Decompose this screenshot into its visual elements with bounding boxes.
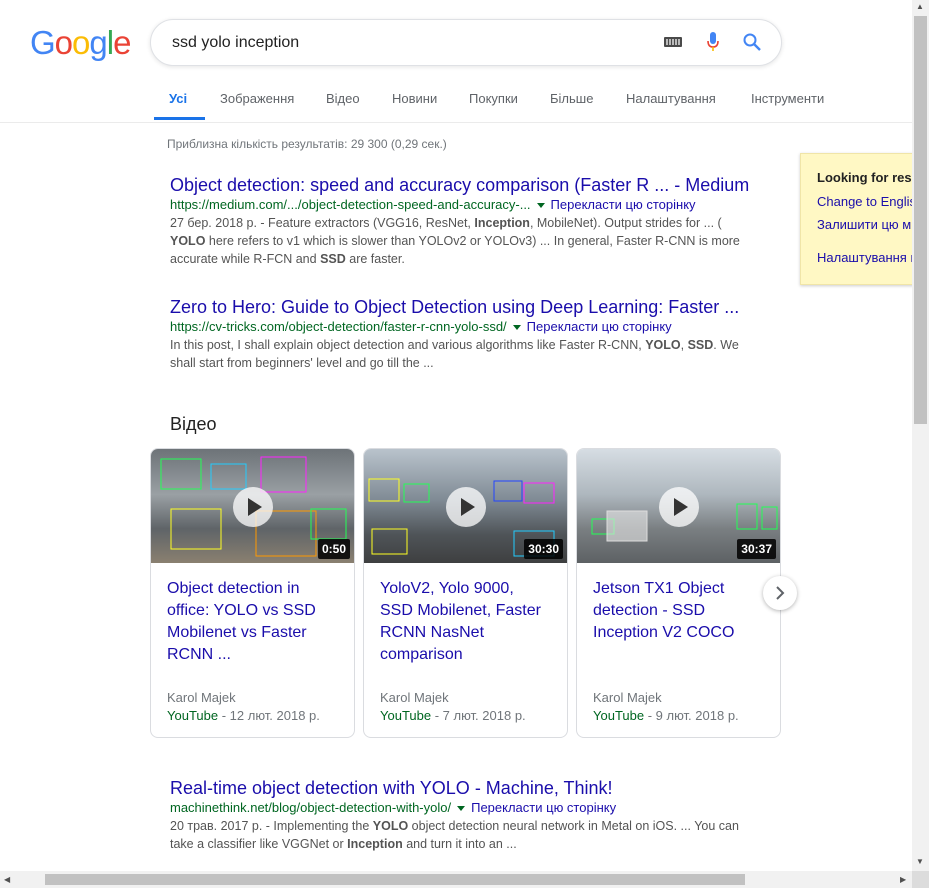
translate-link[interactable]: Перекласти цю сторінку — [471, 800, 616, 815]
keyboard-icon[interactable] — [664, 37, 682, 47]
logo-letter: e — [113, 24, 131, 61]
translate-link[interactable]: Перекласти цю сторінку — [551, 197, 696, 212]
videos-section-title: Відео — [170, 414, 217, 434]
video-source: YouTube — [167, 708, 219, 723]
panel-title: Looking for res — [817, 170, 912, 185]
change-language-link[interactable]: Change to Englis — [817, 194, 916, 209]
logo-letter: G — [30, 24, 56, 61]
video-meta: YouTube - 9 лют. 2018 р. — [593, 708, 739, 723]
carousel-next-button[interactable] — [763, 576, 797, 610]
video-author: Karol Majek — [593, 690, 662, 705]
search-input[interactable]: ssd yolo inception — [172, 34, 299, 52]
video-duration: 30:30 — [524, 539, 563, 559]
tab-settings[interactable]: Налаштування — [626, 91, 716, 106]
google-logo[interactable]: Google — [30, 24, 131, 62]
logo-letter: o — [54, 24, 73, 61]
result-url: machinethink.net/blog/object-detection-w… — [170, 800, 452, 815]
result-title-link[interactable]: Real-time object detection with YOLO - M… — [170, 777, 770, 799]
microphone-icon[interactable] — [707, 32, 719, 52]
search-box[interactable]: ssd yolo inception — [150, 19, 782, 66]
result-title-link[interactable]: Zero to Hero: Guide to Object Detection … — [170, 296, 770, 318]
chevron-right-icon — [776, 586, 785, 600]
keep-language-link[interactable]: Залишити цю м — [817, 217, 911, 232]
result-snippet: In this post, I shall explain object det… — [170, 338, 739, 370]
tab-more[interactable]: Більше — [550, 91, 593, 106]
video-thumbnail[interactable]: 0:50 — [151, 449, 354, 563]
video-source: YouTube — [593, 708, 645, 723]
scroll-left-icon[interactable]: ◀ — [4, 875, 10, 884]
scroll-down-icon[interactable]: ▼ — [916, 857, 924, 866]
scroll-right-icon[interactable]: ▶ — [900, 875, 906, 884]
video-thumbnail[interactable]: 30:30 — [364, 449, 567, 563]
tab-videos[interactable]: Відео — [326, 91, 360, 106]
result-title-link[interactable]: Object detection: speed and accuracy com… — [170, 174, 770, 196]
video-duration: 0:50 — [317, 539, 350, 559]
result-stats: Приблизна кількість результатів: 29 300 … — [167, 137, 447, 151]
play-icon[interactable] — [659, 487, 699, 527]
video-duration: 30:37 — [737, 539, 776, 559]
search-result: Real-time object detection with YOLO - M… — [170, 777, 770, 853]
video-author: Karol Majek — [380, 690, 449, 705]
scroll-up-icon[interactable]: ▲ — [916, 2, 924, 11]
dropdown-arrow-icon[interactable] — [536, 203, 545, 208]
search-result: Zero to Hero: Guide to Object Detection … — [170, 296, 770, 372]
video-card[interactable]: 0:50 Object detection in office: YOLO vs… — [150, 448, 355, 738]
vertical-scroll-thumb[interactable] — [914, 16, 927, 424]
video-title[interactable]: Object detection in office: YOLO vs SSD … — [167, 578, 337, 666]
language-suggestion-panel: Looking for res Change to Englis Залишит… — [800, 153, 929, 285]
search-tabs: Усі Зображення Відео Новини Покупки Біль… — [0, 90, 929, 123]
result-url: https://medium.com/.../object-detection-… — [170, 197, 531, 212]
dropdown-arrow-icon[interactable] — [457, 806, 466, 811]
tab-shopping[interactable]: Покупки — [469, 91, 518, 106]
active-tab-indicator — [154, 117, 205, 120]
result-url-line: machinethink.net/blog/object-detection-w… — [170, 799, 770, 817]
scrollbar-corner — [912, 871, 929, 888]
video-card[interactable]: 30:30 YoloV2, Yolo 9000, SSD Mobilenet, … — [363, 448, 568, 738]
video-title[interactable]: Jetson TX1 Object detection - SSD Incept… — [593, 578, 763, 644]
video-source: YouTube — [380, 708, 432, 723]
tab-all[interactable]: Усі — [169, 91, 187, 106]
tab-news[interactable]: Новини — [392, 91, 437, 106]
result-snippet: 20 трав. 2017 р. - Implementing the YOLO… — [170, 819, 739, 851]
video-thumbnail[interactable]: 30:37 — [577, 449, 780, 563]
dropdown-arrow-icon[interactable] — [512, 325, 521, 330]
tab-images[interactable]: Зображення — [220, 91, 294, 106]
video-meta: YouTube - 12 лют. 2018 р. — [167, 708, 320, 723]
result-url-line: https://medium.com/.../object-detection-… — [170, 196, 770, 214]
result-url-line: https://cv-tricks.com/object-detection/f… — [170, 318, 770, 336]
video-date: 7 лют. 2018 р. — [442, 708, 526, 723]
search-icon[interactable] — [742, 32, 762, 52]
search-result: Object detection: speed and accuracy com… — [170, 174, 770, 268]
horizontal-scroll-thumb[interactable] — [45, 874, 745, 885]
result-snippet: 27 бер. 2018 р. - Feature extractors (VG… — [170, 216, 740, 266]
video-date: 9 лют. 2018 р. — [655, 708, 739, 723]
logo-letter: g — [89, 24, 107, 61]
video-meta: YouTube - 7 лют. 2018 р. — [380, 708, 526, 723]
video-date: 12 лют. 2018 р. — [229, 708, 320, 723]
play-icon[interactable] — [446, 487, 486, 527]
video-author: Karol Majek — [167, 690, 236, 705]
language-settings-link[interactable]: Налаштування м — [817, 250, 919, 265]
tab-tools[interactable]: Інструменти — [751, 91, 824, 106]
video-title[interactable]: YoloV2, Yolo 9000, SSD Mobilenet, Faster… — [380, 578, 550, 666]
play-icon[interactable] — [233, 487, 273, 527]
translate-link[interactable]: Перекласти цю сторінку — [527, 319, 672, 334]
logo-letter: o — [72, 24, 90, 61]
video-card[interactable]: 30:37 Jetson TX1 Object detection - SSD … — [576, 448, 781, 738]
result-url: https://cv-tricks.com/object-detection/f… — [170, 319, 507, 334]
